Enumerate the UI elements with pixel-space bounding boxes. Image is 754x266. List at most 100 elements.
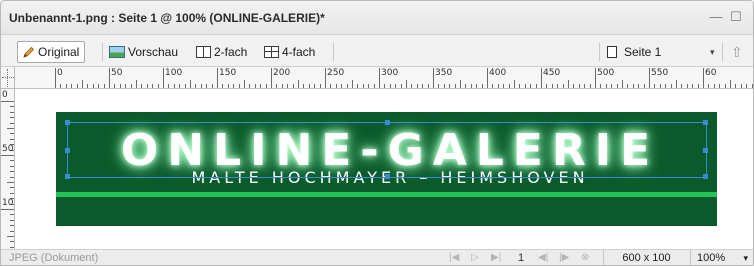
ruler-tick (7, 236, 14, 237)
ruler-tick (163, 68, 164, 88)
ruler-tick (265, 84, 267, 88)
ruler-tick (325, 68, 326, 88)
ruler-label: 150 (219, 68, 237, 78)
ruler-tick (557, 84, 559, 88)
ruler-tick (713, 84, 715, 88)
ruler-label: 350 (435, 68, 453, 78)
resize-handle[interactable] (65, 120, 70, 125)
ruler-tick (357, 84, 359, 88)
ruler-tick (519, 84, 521, 88)
toolbar-divider (102, 43, 103, 61)
ruler-tick (611, 84, 613, 88)
ruler-tick (184, 84, 186, 88)
two-up-icon (196, 46, 211, 58)
ruler-tick (578, 84, 580, 88)
ruler-label: 450 (543, 68, 561, 78)
ruler-tick (503, 84, 505, 88)
ruler-tick (119, 84, 121, 88)
stop-icon[interactable]: ⊗ (581, 252, 589, 263)
first-frame-icon[interactable]: |◀ (449, 252, 459, 263)
minimize-button[interactable]: — (707, 9, 725, 25)
document-window: Unbenannt-1.png : Seite 1 @ 100% (ONLINE… (0, 0, 754, 266)
preview-view-button[interactable]: Vorschau (109, 42, 178, 62)
ruler-tick (10, 246, 14, 248)
ruler-tick (152, 84, 154, 88)
ruler-tick (10, 241, 14, 243)
resize-handle[interactable] (703, 120, 708, 125)
ruler-tick (395, 84, 397, 88)
ruler-tick (551, 84, 553, 88)
ruler-tick (233, 84, 235, 88)
ruler-tick (384, 84, 386, 88)
file-type-label: JPEG (Dokument) (9, 252, 99, 264)
resize-handle[interactable] (703, 148, 708, 153)
ruler-tick (470, 84, 472, 88)
maximize-button[interactable]: ☐ (727, 9, 745, 25)
resize-handle[interactable] (65, 174, 70, 179)
play-icon[interactable]: ▷ (471, 252, 479, 263)
ruler-label: 60 (705, 68, 717, 78)
ruler-tick (562, 84, 564, 88)
original-view-label: Original (38, 45, 80, 59)
toolbar-divider (599, 43, 600, 61)
ruler-tick (686, 84, 688, 88)
ruler-tick (10, 165, 14, 167)
window-title: Unbenannt-1.png : Seite 1 @ 100% (ONLINE… (9, 11, 325, 25)
ruler-tick (10, 176, 14, 178)
ruler-tick (449, 84, 451, 88)
ruler-tick (697, 84, 699, 88)
ruler-tick (573, 84, 575, 88)
ruler-tick (10, 106, 14, 108)
ruler-tick (125, 84, 127, 88)
ruler-label: 200 (273, 68, 291, 78)
ruler-tick (71, 84, 73, 88)
ruler-label: 0 (57, 68, 63, 78)
ruler-tick (200, 84, 202, 88)
previous-frame-icon[interactable]: ◀| (538, 252, 548, 263)
ruler-label: 400 (489, 68, 507, 78)
ruler-tick (10, 225, 14, 227)
resize-handle[interactable] (385, 120, 390, 125)
ruler-tick (670, 84, 672, 88)
selection-box[interactable] (65, 120, 708, 179)
original-view-button[interactable]: Original (17, 41, 86, 63)
resize-handle[interactable] (65, 148, 70, 153)
ruler-tick (595, 68, 596, 88)
ruler-tick (433, 68, 434, 88)
ruler-tick (60, 84, 62, 88)
ruler-origin[interactable] (1, 67, 15, 89)
toolbar-divider (722, 43, 723, 61)
export-icon[interactable]: ⇧ (731, 42, 743, 62)
resize-handle[interactable] (703, 174, 708, 179)
vertical-ruler[interactable]: 0 50 100 (1, 89, 15, 249)
ruler-tick (10, 192, 14, 194)
ruler-label: 50 (2, 144, 14, 154)
twoup-view-label: 2-fach (214, 45, 248, 59)
ruler-tick (330, 84, 332, 88)
ruler-tick (524, 84, 526, 88)
ruler-tick (314, 84, 316, 88)
ruler-tick (10, 219, 14, 221)
ruler-tick (10, 214, 14, 216)
fourup-view-button[interactable]: 4-fach (264, 42, 315, 62)
ruler-tick (746, 84, 748, 88)
next-frame-icon[interactable]: |▶ (559, 252, 569, 263)
banner-image[interactable]: ONLINE-GALERIE MALTE HOCHMAYER – HEIMSHO… (56, 112, 717, 226)
twoup-view-button[interactable]: 2-fach (196, 42, 247, 62)
last-frame-icon[interactable]: ▶| (491, 252, 501, 263)
horizontal-ruler[interactable]: 0 50 100 150 200 250 300 350 400 450 500 550 60 (15, 67, 753, 89)
page-dropdown-chevron-icon[interactable]: ▾ (710, 42, 715, 62)
resize-handle[interactable] (385, 174, 390, 179)
ruler-tick (622, 80, 623, 88)
ruler-tick (249, 84, 251, 88)
ruler-tick (7, 128, 14, 129)
pencil-icon (23, 46, 35, 58)
page-select[interactable]: Seite 1 (607, 42, 661, 62)
ruler-tick (638, 84, 640, 88)
ruler-tick (422, 84, 424, 88)
ruler-tick (643, 84, 645, 88)
ruler-tick (465, 84, 467, 88)
canvas-area[interactable]: 0 50 100 150 200 250 300 350 400 450 500 550 60 0 50 1… (1, 67, 753, 249)
zoom-select[interactable]: 100% ▾ (690, 250, 753, 265)
status-bar: JPEG (Dokument) |◀ ▷ ▶| 1 ◀| |▶ ⊗ 600 x … (1, 249, 753, 265)
